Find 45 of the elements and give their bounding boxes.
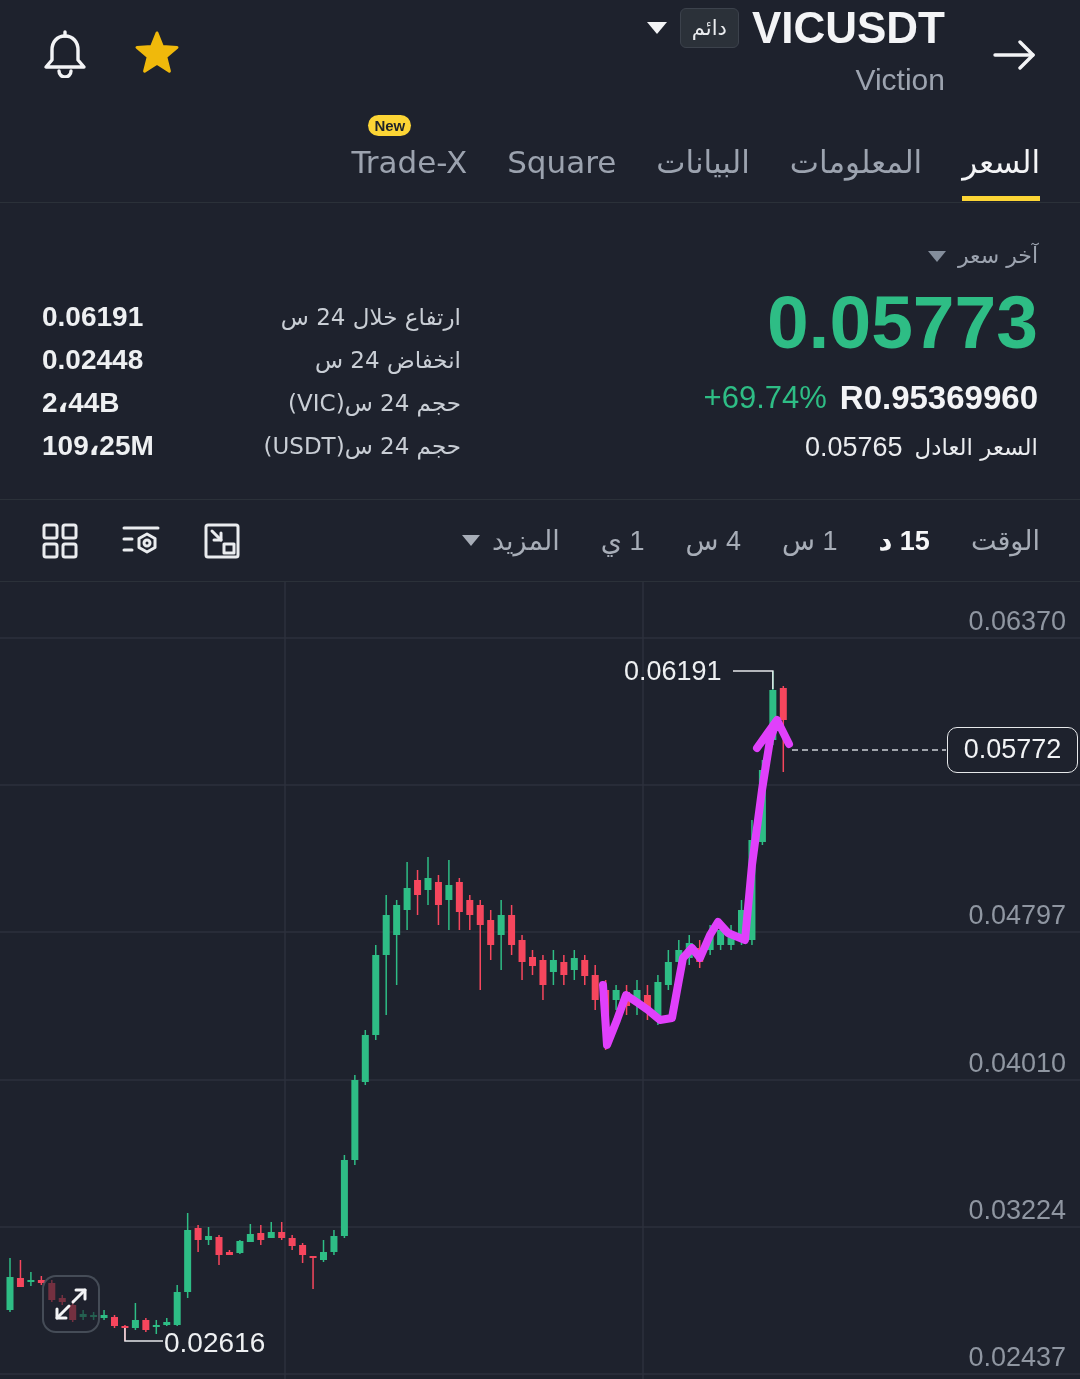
caret-icon [461, 535, 480, 546]
axis-label: 0.03224 [968, 1195, 1066, 1226]
axis-label: 0.04797 [968, 900, 1066, 931]
symbol-title: VICUSDT [751, 3, 945, 53]
stat-value: 0.02448 [42, 343, 144, 376]
stat-label: حجم 24 س(VIC) [288, 389, 461, 416]
grid-icon[interactable] [42, 522, 78, 559]
last-price-label: آخر سعر [957, 241, 1038, 270]
stat-value: 109،25M [42, 429, 154, 462]
interval-tab[interactable]: 15 د [878, 522, 930, 559]
last-price-value: 0.05773 [766, 282, 1038, 362]
new-badge: New [368, 115, 412, 136]
tab[interactable]: Square [507, 115, 617, 201]
interval-tab[interactable]: 1 ي [600, 522, 645, 559]
stat-label: ارتفاع خلال 24 س [280, 303, 461, 330]
tab[interactable]: السعر [962, 115, 1040, 201]
fair-price-label: السعر العادل [914, 434, 1038, 460]
back-button[interactable] [993, 40, 1035, 70]
interval-tab[interactable]: 1 س [782, 522, 838, 559]
fair-price-value: 0.05765 [804, 431, 903, 463]
low-price-label: 0.02616 [164, 1327, 266, 1358]
converted-price: R0.95369960 [839, 379, 1038, 417]
stat-value: 2،44B [42, 386, 120, 419]
axis-label: 0.02437 [968, 1342, 1066, 1373]
high-leader-line [732, 670, 774, 690]
tab[interactable]: المعلومات [789, 115, 923, 201]
expand-arrows-icon [54, 1287, 88, 1321]
high-price-label: 0.06191 [624, 656, 722, 687]
axis-label: 0.06370 [968, 606, 1066, 637]
stat-value: 0.06191 [42, 300, 144, 333]
price-change: +69.74% [703, 380, 827, 416]
tab[interactable]: البيانات [656, 115, 750, 201]
expand-button[interactable] [42, 1275, 100, 1333]
more-dropdown[interactable]: المزيد [461, 522, 560, 559]
interval-tab[interactable]: 4 س [685, 522, 741, 559]
caret-icon[interactable] [646, 21, 667, 35]
bell-icon[interactable] [42, 30, 88, 78]
stat-label: حجم 24 س(USDT) [263, 432, 461, 459]
stat-label: انخفاض 24 س [314, 346, 461, 373]
last-price-tag: 0.05772 [947, 727, 1078, 773]
contract-type-badge: دائم [679, 8, 739, 48]
interval-tab[interactable]: الوقت [970, 522, 1040, 559]
symbol-name: Viction [855, 63, 945, 97]
low-leader-line [124, 1327, 164, 1342]
axis-label: 0.04010 [968, 1048, 1066, 1079]
